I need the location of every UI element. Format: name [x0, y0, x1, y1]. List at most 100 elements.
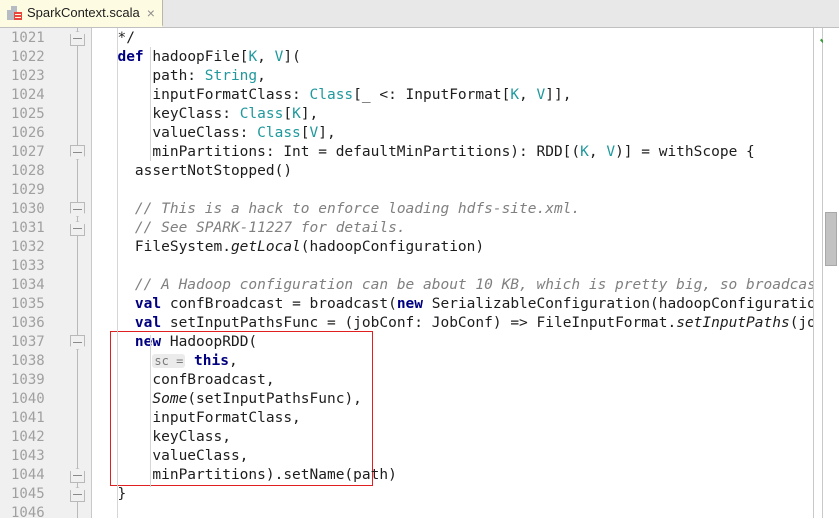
- code-line[interactable]: // A Hadoop configuration can be about 1…: [92, 276, 813, 295]
- code-line[interactable]: path: String,: [92, 67, 266, 86]
- editor-gutter[interactable]: 1021 1022 1023 1024 1025 1026 1027 1028 1029 1030…: [0, 28, 92, 518]
- code-line[interactable]: val confBroadcast = broadcast(new Serial…: [92, 295, 813, 314]
- code-token-ital: setInputPaths: [676, 315, 790, 331]
- line-number: 1039: [11, 372, 45, 388]
- fold-toggle-icon[interactable]: [70, 145, 85, 160]
- line-number: 1022: [11, 49, 45, 65]
- code-line[interactable]: // See SPARK-11227 for details.: [92, 219, 406, 238]
- line-number: 1043: [11, 448, 45, 464]
- indent-guide: [150, 47, 151, 161]
- code-line[interactable]: Some(setInputPathsFunc),: [92, 390, 362, 409]
- tab-bar-empty-area: [162, 0, 839, 27]
- code-token-type: Class: [309, 87, 354, 103]
- code-canvas[interactable]: */ def hadoopFile[K, V]( path: String, i…: [92, 28, 813, 518]
- code-token-cmt: // See SPARK-11227 for details.: [134, 220, 406, 236]
- code-token-hint: sc =: [152, 354, 186, 368]
- editor-tab-label: SparkContext.scala: [27, 5, 140, 20]
- line-number: 1042: [11, 429, 45, 445]
- code-line[interactable]: FileSystem.getLocal(hadoopConfiguration): [92, 238, 484, 257]
- code-token-cmt: // A Hadoop configuration can be about 1…: [134, 277, 813, 293]
- line-number: 1035: [11, 296, 45, 312]
- code-line[interactable]: val setInputPathsFunc = (jobConf: JobCon…: [92, 314, 813, 333]
- code-line[interactable]: [92, 181, 100, 200]
- code-token-type: K: [510, 87, 520, 103]
- close-icon[interactable]: ×: [145, 6, 155, 20]
- code-token-plain: [: [283, 106, 293, 122]
- code-line[interactable]: valueClass,: [92, 447, 248, 466]
- code-token-plain: path:: [100, 68, 205, 84]
- code-token-plain: confBroadcast = broadcast(: [161, 296, 397, 312]
- line-number: 1036: [11, 315, 45, 331]
- line-number: 1034: [11, 277, 45, 293]
- code-token-type: K: [292, 106, 301, 122]
- code-line[interactable]: assertNotStopped(): [92, 162, 292, 181]
- fold-toggle-icon[interactable]: [70, 468, 85, 483]
- line-number: 1044: [11, 467, 45, 483]
- code-line[interactable]: keyClass: Class[K],: [92, 105, 318, 124]
- code-line[interactable]: [92, 257, 100, 276]
- editor-area: 1021 1022 1023 1024 1025 1026 1027 1028 1029 1030…: [0, 28, 839, 518]
- line-number: 1030: [11, 201, 45, 217]
- line-number: 1041: [11, 410, 45, 426]
- code-line[interactable]: minPartitions).setName(path): [92, 466, 397, 485]
- line-number: 1021: [11, 30, 45, 46]
- line-number: 1024: [11, 87, 45, 103]
- line-number: 1037: [11, 334, 45, 350]
- fold-toggle-icon[interactable]: [70, 202, 85, 217]
- indent-guide: [117, 28, 118, 518]
- code-line[interactable]: // This is a hack to enforce loading hdf…: [92, 200, 580, 219]
- code-token-kw: def: [117, 49, 144, 65]
- code-token-plain: keyClass:: [100, 106, 240, 122]
- fold-toggle-icon[interactable]: [70, 487, 85, 502]
- fold-toggle-icon[interactable]: [70, 335, 85, 350]
- editor-right-rail[interactable]: [813, 28, 839, 518]
- code-token-kw: val: [134, 315, 162, 331]
- code-token-type: V: [606, 144, 616, 160]
- indent-guide: [150, 335, 151, 487]
- code-token-type: K: [580, 144, 589, 160]
- code-token-kw: this: [194, 353, 229, 369]
- code-line[interactable]: def hadoopFile[K, V](: [92, 48, 300, 67]
- code-line[interactable]: confBroadcast,: [92, 371, 274, 390]
- line-number: 1033: [11, 258, 45, 274]
- code-folding-rail: [77, 28, 78, 518]
- line-number: 1040: [11, 391, 45, 407]
- code-token-plain: hadoopFile[: [143, 49, 249, 65]
- line-number: 1027: [11, 144, 45, 160]
- line-number: 1045: [11, 486, 45, 502]
- code-token-plain: ,: [257, 49, 275, 65]
- code-token-type: Class: [239, 106, 284, 122]
- code-line[interactable]: sc = this,: [92, 352, 238, 371]
- code-token-kw: val: [134, 296, 162, 312]
- code-token-plain: )] = withScope {: [615, 144, 755, 160]
- code-token-plain: (setInputPathsFunc),: [187, 391, 362, 407]
- vertical-scrollbar-thumb[interactable]: [825, 212, 837, 266]
- editor-tab-bar: SparkContext.scala ×: [0, 0, 839, 28]
- code-line[interactable]: keyClass,: [92, 428, 231, 447]
- code-token-plain: (hadoopConfiguration): [300, 239, 485, 255]
- code-token-plain: FileSystem.: [100, 239, 231, 255]
- code-token-plain: HadoopRDD(: [161, 334, 258, 350]
- code-token-type: V: [309, 125, 319, 141]
- code-line[interactable]: minPartitions: Int = defaultMinPartition…: [92, 143, 755, 162]
- editor-tab-sparkcontext-scala[interactable]: SparkContext.scala ×: [0, 0, 163, 27]
- code-token-plain: ]],: [545, 87, 572, 103]
- line-number: 1026: [11, 125, 45, 141]
- fold-toggle-icon[interactable]: [70, 221, 85, 236]
- fold-toggle-icon[interactable]: [70, 31, 85, 46]
- code-token-plain: }: [100, 486, 127, 502]
- vertical-scrollbar-track[interactable]: [823, 28, 839, 518]
- code-line[interactable]: }: [92, 485, 126, 504]
- code-token-kw: new: [396, 296, 424, 312]
- line-number: 1032: [11, 239, 45, 255]
- code-token-plain: ],: [318, 125, 336, 141]
- code-line[interactable]: valueClass: Class[V],: [92, 124, 336, 143]
- code-line[interactable]: */: [92, 29, 134, 48]
- code-token-plain: ],: [300, 106, 319, 122]
- code-line[interactable]: [92, 504, 100, 518]
- code-line[interactable]: inputFormatClass: Class[_ <: InputFormat…: [92, 86, 571, 105]
- code-token-kw: new: [134, 334, 162, 350]
- code-token-plain: minPartitions).setName(path): [100, 467, 397, 483]
- code-line[interactable]: inputFormatClass,: [92, 409, 300, 428]
